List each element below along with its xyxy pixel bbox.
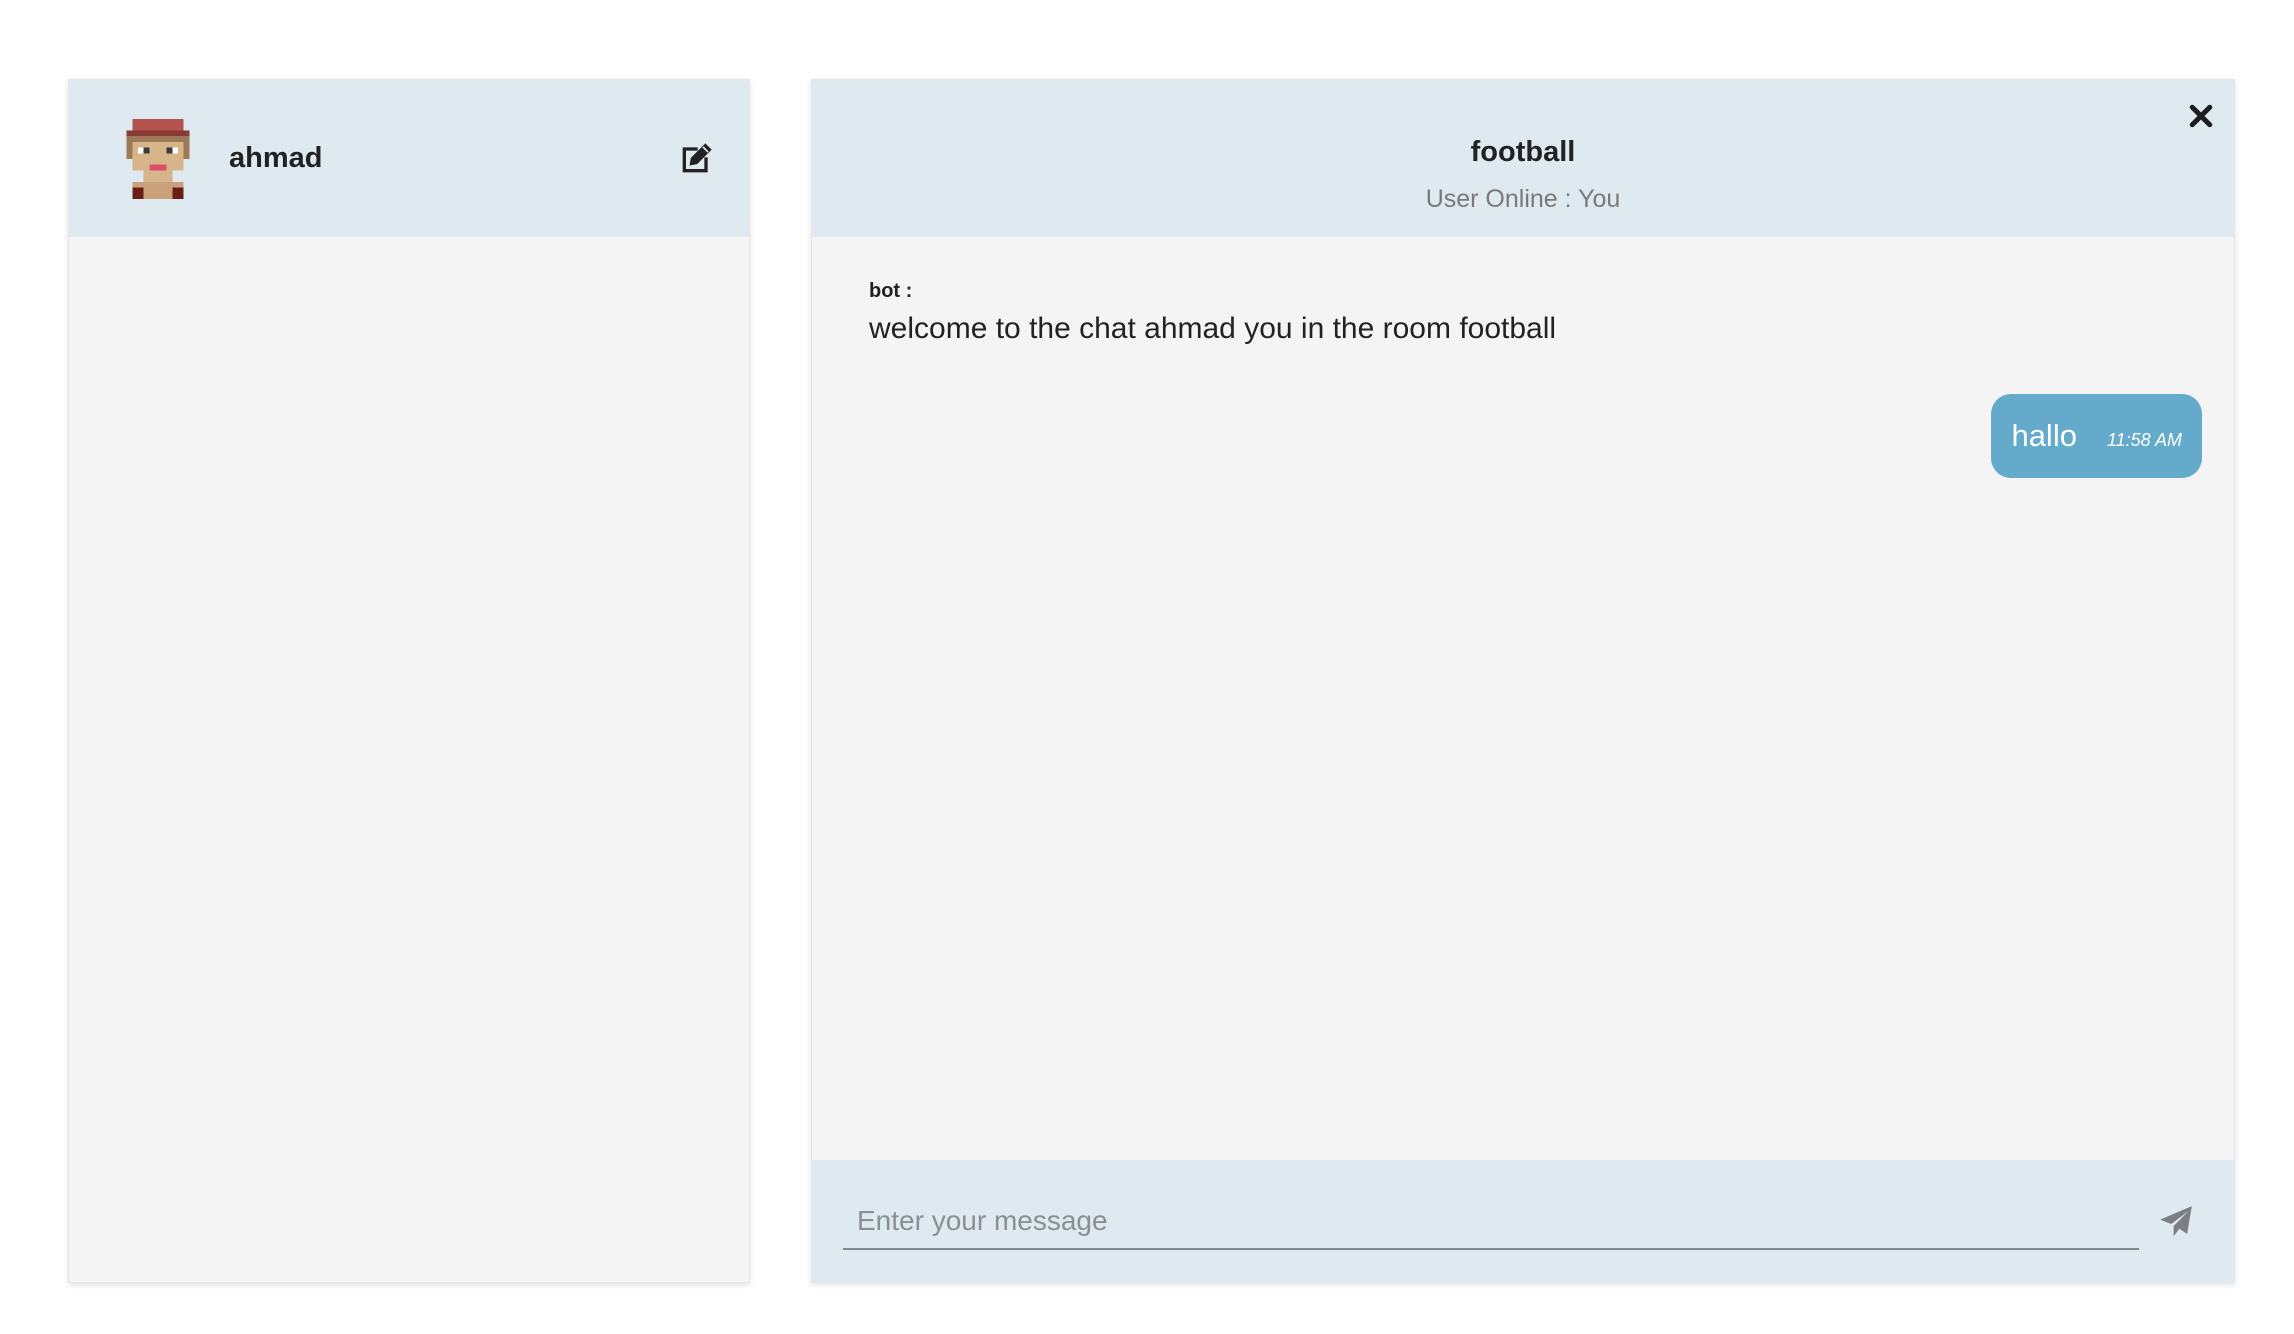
chat-panel: football User Online : You bot : welcome… <box>811 79 2235 1283</box>
message-text: hallo <box>2011 418 2077 453</box>
bot-message: bot : welcome to the chat ahmad you in t… <box>869 279 1556 347</box>
send-icon[interactable] <box>2157 1203 2197 1243</box>
sidebar-panel: ahmad <box>68 79 750 1283</box>
room-title: football <box>1470 136 1576 168</box>
pixel-avatar-icon <box>125 119 191 199</box>
sidebar-header: ahmad <box>69 80 749 237</box>
online-status: User Online : You <box>1425 185 1621 213</box>
own-message-bubble: hallo 11:58 AM <box>1991 394 2202 478</box>
close-icon[interactable] <box>2186 101 2216 131</box>
username: ahmad <box>229 142 323 174</box>
chat-header: football User Online : You <box>812 80 2234 237</box>
message-composer <box>812 1160 2234 1282</box>
message-input[interactable] <box>843 1194 2139 1250</box>
message-sender: bot : <box>869 280 913 302</box>
message-text: welcome to the chat ahmad you in the roo… <box>869 312 1557 345</box>
message-timestamp: 11:58 AM <box>2106 429 2182 450</box>
edit-icon[interactable] <box>676 139 716 179</box>
message-list: bot : welcome to the chat ahmad you in t… <box>812 237 2234 1161</box>
